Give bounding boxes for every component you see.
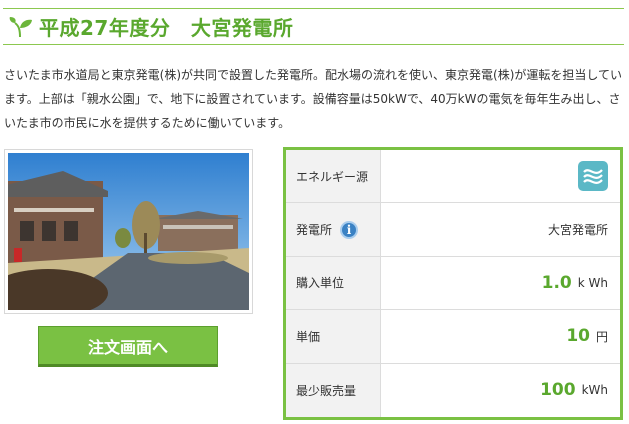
plant-photo	[4, 149, 253, 314]
unit-price-label: 単価	[286, 310, 381, 363]
purchase-unit-label: 購入単位	[286, 256, 381, 310]
leaf-icon	[9, 16, 33, 38]
table-row-unit-price: 単価 10 円	[286, 310, 620, 364]
water-energy-icon	[578, 161, 608, 192]
plant-description: さいたま市水道局と東京発電(株)が共同で設置した発電所。配水場の流れを使い、東京…	[4, 68, 623, 130]
power-plant-value: 大宮発電所	[547, 223, 608, 238]
table-row-min-sales: 最少販売量 100 kWh	[286, 363, 620, 417]
table-row-energy-source: エネルギー源	[286, 150, 620, 204]
min-sales-label: 最少販売量	[286, 363, 381, 417]
purchase-unit-unit: k Wh	[577, 275, 608, 290]
order-button[interactable]: 注文画面へ	[38, 326, 218, 367]
table-row-purchase-unit: 購入単位 1.0 k Wh	[286, 256, 620, 311]
energy-source-label: エネルギー源	[286, 150, 381, 203]
purchase-unit-number: 1.0	[541, 272, 572, 293]
unit-price-unit: 円	[595, 329, 608, 344]
min-sales-number: 100	[540, 380, 576, 401]
plant-info-table: エネルギー源 発電所 i 大宮発電所 購入単位 1.0 k Wh 単価 10 円…	[283, 147, 623, 420]
page-title-bar: 平成27年度分 大宮発電所	[3, 8, 624, 45]
info-icon[interactable]: i	[340, 220, 359, 239]
page-title: 平成27年度分 大宮発電所	[39, 16, 294, 40]
min-sales-unit: kWh	[581, 383, 608, 398]
table-row-power-plant: 発電所 i 大宮発電所	[286, 203, 620, 257]
power-plant-label: 発電所	[296, 223, 333, 238]
unit-price-number: 10	[566, 326, 590, 347]
